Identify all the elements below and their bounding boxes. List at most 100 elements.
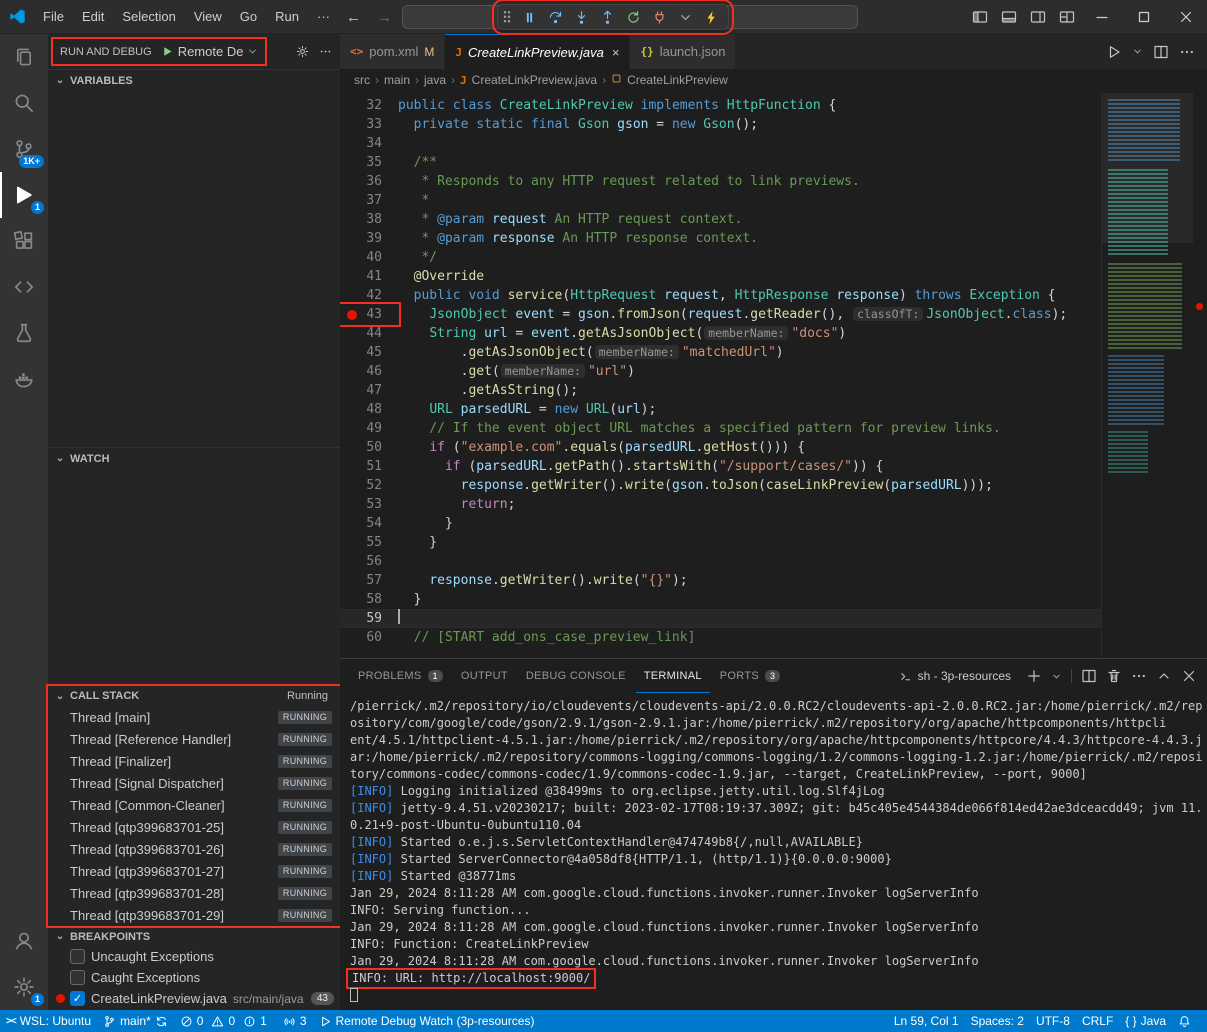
watch-section-header[interactable]: ⌄ WATCH <box>48 447 340 469</box>
branch-status[interactable]: main* <box>97 1010 174 1032</box>
breakpoint-row[interactable]: ✓CreateLinkPreview.javasrc/main/java43 <box>48 988 340 1009</box>
line-gutter[interactable]: 48 <box>340 400 398 419</box>
line-gutter[interactable]: 52 <box>340 476 398 495</box>
line-gutter[interactable]: 38 <box>340 210 398 229</box>
line-gutter[interactable]: 36 <box>340 172 398 191</box>
close-window-button[interactable] <box>1165 0 1207 34</box>
line-gutter[interactable]: 60 <box>340 628 398 647</box>
line-gutter[interactable]: 39 <box>340 229 398 248</box>
toolbar-grip-icon[interactable] <box>503 10 511 24</box>
thread-row[interactable]: Thread [qtp399683701-25]RUNNING <box>48 816 340 838</box>
code-text[interactable]: } <box>398 590 421 609</box>
code-text[interactable]: .getAsString(); <box>398 381 578 400</box>
code-text[interactable]: response.getWriter().write(gson.toJson(c… <box>398 476 993 495</box>
go-back-button[interactable]: ← <box>346 9 361 26</box>
line-gutter[interactable]: 40 <box>340 248 398 267</box>
code-text[interactable]: return; <box>398 495 515 514</box>
encoding-status[interactable]: UTF-8 <box>1030 1010 1076 1032</box>
hot-code-replace-button[interactable] <box>699 6 723 28</box>
activity-item-testing[interactable] <box>0 310 48 356</box>
code-text[interactable]: JsonObject event = gson.fromJson(request… <box>398 305 1067 324</box>
line-gutter[interactable]: 43 <box>340 305 398 324</box>
activity-item-accounts[interactable] <box>0 918 48 964</box>
breakpoint-checkbox[interactable] <box>70 970 85 985</box>
activity-item-source-control[interactable]: 1K+ <box>0 126 48 172</box>
cursor-position-status[interactable]: Ln 59, Col 1 <box>888 1010 965 1032</box>
menu-item-selection[interactable]: Selection <box>113 0 184 34</box>
ports-status[interactable]: 3 <box>277 1010 313 1032</box>
panel-tab-terminal[interactable]: TERMINAL <box>636 660 710 693</box>
customize-layout-icon[interactable] <box>1052 0 1081 34</box>
maximize-button[interactable] <box>1123 0 1165 34</box>
thread-row[interactable]: Thread [Signal Dispatcher]RUNNING <box>48 772 340 794</box>
code-text[interactable]: @Override <box>398 267 484 286</box>
breakpoint-row[interactable]: Uncaught Exceptions <box>48 946 340 967</box>
line-gutter[interactable]: 54 <box>340 514 398 533</box>
line-gutter[interactable]: 33 <box>340 115 398 134</box>
line-gutter[interactable]: 42 <box>340 286 398 305</box>
code-text[interactable]: if ("example.com".equals(parsedURL.getHo… <box>398 438 805 457</box>
code-text[interactable]: */ <box>398 248 437 267</box>
activity-item-docker[interactable] <box>0 356 48 402</box>
breakpoint-checkbox[interactable]: ✓ <box>70 991 85 1006</box>
code-text[interactable]: String url = event.getAsJsonObject(membe… <box>398 324 846 343</box>
code-editor[interactable]: 32public class CreateLinkPreview impleme… <box>340 91 1207 658</box>
breadcrumb-item[interactable]: CreateLinkPreview <box>627 73 728 87</box>
code-text[interactable]: .getAsJsonObject(memberName:"matchedUrl"… <box>398 343 784 362</box>
breakpoints-section-header[interactable]: ⌄ BREAKPOINTS <box>48 926 340 946</box>
new-terminal-icon[interactable] <box>1026 668 1042 684</box>
debug-settings-icon[interactable] <box>296 45 309 58</box>
line-gutter[interactable]: 46 <box>340 362 398 381</box>
terminal-profile-dropdown-icon[interactable] <box>1051 671 1062 682</box>
minimize-button[interactable] <box>1081 0 1123 34</box>
tab-pom-xml[interactable]: <>pom.xmlM <box>340 34 445 69</box>
line-gutter[interactable]: 41 <box>340 267 398 286</box>
line-gutter[interactable]: 57 <box>340 571 398 590</box>
breadcrumb-item[interactable]: src <box>354 73 370 87</box>
split-terminal-icon[interactable] <box>1081 668 1097 684</box>
line-gutter[interactable]: 55 <box>340 533 398 552</box>
thread-row[interactable]: Thread [qtp399683701-26]RUNNING <box>48 838 340 860</box>
thread-row[interactable]: Thread [Reference Handler]RUNNING <box>48 728 340 750</box>
line-gutter[interactable]: 51 <box>340 457 398 476</box>
activity-item-manage[interactable]: 1 <box>0 964 48 1010</box>
panel-more-icon[interactable] <box>1131 668 1147 684</box>
editor-more-icon[interactable] <box>1179 44 1195 60</box>
code-text[interactable]: private static final Gson gson = new Gso… <box>398 115 758 134</box>
tab-launch-json[interactable]: {}launch.json <box>630 34 736 69</box>
line-gutter[interactable]: 35 <box>340 153 398 172</box>
run-java-button[interactable] <box>1106 44 1122 60</box>
variables-section-header[interactable]: ⌄ VARIABLES <box>48 69 340 91</box>
kill-terminal-icon[interactable] <box>1106 668 1122 684</box>
line-gutter[interactable]: 45 <box>340 343 398 362</box>
toggle-sidebar-icon[interactable] <box>965 0 994 34</box>
overview-ruler[interactable] <box>1193 91 1207 658</box>
session-picker-dropdown-icon[interactable] <box>673 6 697 28</box>
restart-button[interactable] <box>621 6 645 28</box>
split-editor-icon[interactable] <box>1153 44 1169 60</box>
step-over-button[interactable] <box>543 6 567 28</box>
breadcrumb-item[interactable]: java <box>424 73 446 87</box>
menu-item-run[interactable]: Run <box>266 0 308 34</box>
code-text[interactable]: .get(memberName:"url") <box>398 362 635 381</box>
code-text[interactable]: public void service(HttpRequest request,… <box>398 286 1056 305</box>
thread-row[interactable]: Thread [main]RUNNING <box>48 706 340 728</box>
menu-item-edit[interactable]: Edit <box>73 0 113 34</box>
line-gutter[interactable]: 59 <box>340 609 398 628</box>
activity-item-extensions[interactable] <box>0 218 48 264</box>
run-dropdown-icon[interactable] <box>1132 46 1143 57</box>
line-gutter[interactable]: 44 <box>340 324 398 343</box>
thread-row[interactable]: Thread [Common-Cleaner]RUNNING <box>48 794 340 816</box>
panel-tab-debug-console[interactable]: DEBUG CONSOLE <box>518 660 634 693</box>
launch-config-dropdown[interactable]: Remote De <box>161 44 259 59</box>
panel-tab-problems[interactable]: PROBLEMS1 <box>350 660 451 693</box>
line-gutter[interactable]: 32 <box>340 96 398 115</box>
code-text[interactable]: // If the event object URL matches a spe… <box>398 419 1001 438</box>
go-forward-button[interactable]: → <box>377 9 392 26</box>
toggle-panel-icon[interactable] <box>994 0 1023 34</box>
minimap[interactable] <box>1101 91 1193 658</box>
line-gutter[interactable]: 37 <box>340 191 398 210</box>
line-gutter[interactable]: 49 <box>340 419 398 438</box>
tab-createlinkpreview-java[interactable]: JCreateLinkPreview.java× <box>445 34 630 69</box>
code-text[interactable]: * Responds to any HTTP request related t… <box>398 172 860 191</box>
